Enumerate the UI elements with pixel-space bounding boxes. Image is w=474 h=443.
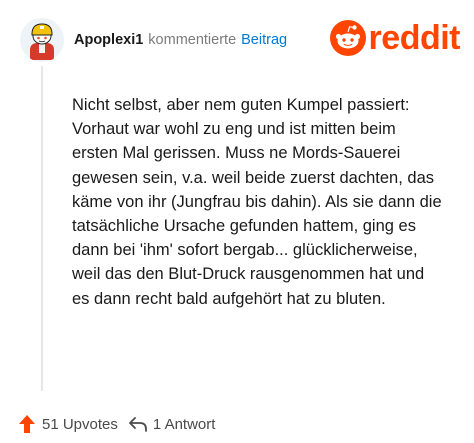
thread-line[interactable] — [41, 66, 43, 391]
reply-arrow-icon — [128, 417, 147, 432]
comment-text: Nicht selbst, aber nem guten Kumpel pass… — [72, 96, 442, 308]
action-text: kommentierte — [148, 32, 237, 48]
post-link[interactable]: Beitrag — [241, 32, 287, 48]
reddit-wordmark: reddit — [368, 19, 461, 57]
comment-header: Apoplexi1 kommentierte Beitrag — [20, 18, 287, 62]
upvote-arrow-icon — [19, 415, 35, 433]
reply-button[interactable] — [128, 415, 148, 433]
comment-card: Apoplexi1 kommentierte Beitrag reddit Ni… — [0, 0, 474, 443]
upvote-button[interactable] — [18, 414, 36, 434]
comment-footer: 51 Upvotes 1 Antwort — [18, 412, 215, 436]
reply-count[interactable]: 1 Antwort — [153, 416, 216, 433]
comment-body: Nicht selbst, aber nem guten Kumpel pass… — [72, 93, 442, 311]
comment-meta: Apoplexi1 kommentierte Beitrag — [74, 32, 287, 48]
reddit-snoo-icon — [329, 20, 366, 56]
reddit-logo: reddit — [329, 19, 461, 57]
username[interactable]: Apoplexi1 — [74, 32, 143, 48]
snoo-avatar-icon — [30, 23, 54, 60]
user-avatar[interactable] — [20, 18, 64, 62]
upvote-count: 51 Upvotes — [42, 415, 118, 433]
